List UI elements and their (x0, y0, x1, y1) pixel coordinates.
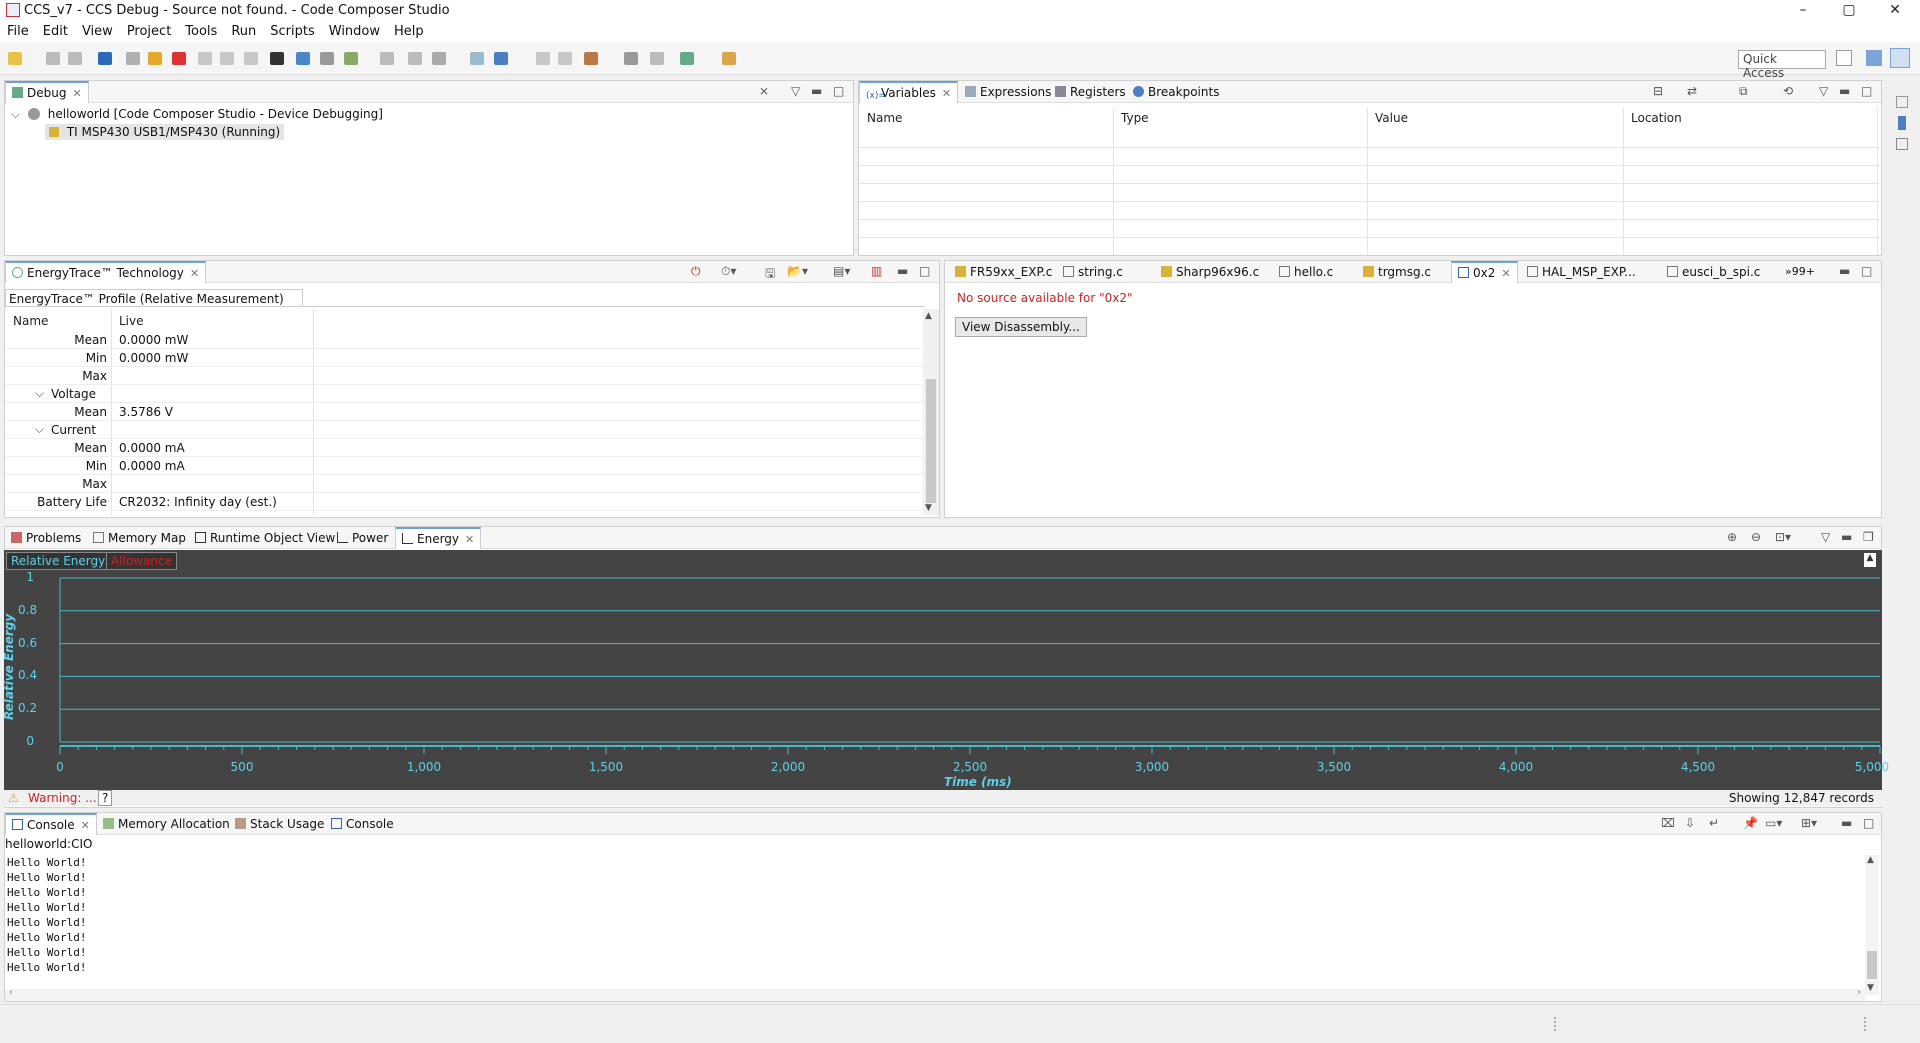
console-horizontal-scrollbar[interactable]: ‹ › (5, 987, 1865, 1001)
x-tick-label: 5,000 (1854, 760, 1890, 774)
status-divider (1554, 1017, 1556, 1031)
minimize-icon[interactable]: ▬ (1841, 816, 1852, 830)
y-tick-label: 0.4 (18, 668, 38, 683)
console-line: Hello World! (7, 946, 87, 959)
x-axis-label: Time (ms) (944, 775, 1012, 789)
scroll-lock-icon[interactable]: ⇩ (1685, 816, 1695, 830)
console-line: Hello World! (7, 871, 87, 884)
console-output[interactable]: Hello World! Hello World! Hello World! H… (7, 855, 86, 975)
console-icon (331, 818, 342, 829)
console-label: helloworld:CIO (5, 837, 93, 851)
energy-status-bar: ⚠ Warning: ... ? Showing 12,847 records (4, 790, 1882, 806)
tab-console-2[interactable]: Console (325, 813, 400, 835)
help-button[interactable]: ? (98, 790, 113, 806)
right-trim-stack (1888, 80, 1918, 260)
clear-console-icon[interactable]: ⌧ (1661, 816, 1675, 830)
records-count: Showing 12,847 records (1728, 791, 1874, 805)
maximize-icon[interactable]: □ (1863, 816, 1874, 830)
console-icon (12, 819, 23, 830)
tab-stack-usage[interactable]: Stack Usage (229, 813, 330, 835)
console-line: Hello World! (7, 916, 87, 929)
scroll-right-icon[interactable]: › (1857, 987, 1861, 998)
console-panel-header: Console ✕ Memory Allocation Stack Usage C… (5, 813, 1881, 835)
scroll-down-icon[interactable]: ▼ (1867, 983, 1874, 993)
y-tick-label: 1 (26, 570, 34, 584)
registers-icon[interactable] (1898, 116, 1906, 130)
warning-icon: ⚠ (8, 791, 19, 805)
memory-allocation-icon (103, 818, 114, 829)
y-tick-label: 0.8 (18, 602, 38, 617)
x-tick-label: 1,000 (406, 760, 442, 774)
x-tick-label: 2,000 (770, 760, 806, 774)
restore-icon[interactable] (1896, 96, 1908, 108)
x-tick-label: 1,500 (588, 760, 624, 774)
y-tick-label: 0.2 (18, 701, 38, 716)
x-tick-label: 500 (230, 760, 254, 774)
close-icon[interactable]: ✕ (81, 819, 90, 832)
console-panel: Console ✕ Memory Allocation Stack Usage C… (4, 812, 1882, 1002)
x-tick-label: 0 (56, 760, 64, 774)
console-line: Hello World! (7, 931, 87, 944)
scroll-thumb[interactable] (1867, 951, 1877, 979)
scroll-up-icon[interactable]: ▲ (1867, 855, 1874, 865)
tab-console[interactable]: Console ✕ (5, 813, 97, 835)
console-line: Hello World! (7, 901, 87, 914)
word-wrap-icon[interactable]: ↵ (1709, 816, 1719, 830)
x-tick-label: 3,500 (1316, 760, 1352, 774)
status-bar (0, 1004, 1920, 1043)
display-console-icon[interactable]: ▭▾ (1765, 816, 1782, 830)
open-console-icon[interactable]: ⊞▾ (1801, 816, 1817, 830)
pin-console-icon[interactable]: 📌 (1743, 816, 1758, 830)
tab-memory-allocation[interactable]: Memory Allocation (97, 813, 236, 835)
console-line: Hello World! (7, 961, 87, 974)
x-tick-label: 4,500 (1680, 760, 1716, 774)
console-line: Hello World! (7, 886, 87, 899)
status-divider (1864, 1017, 1866, 1031)
outline-icon[interactable] (1896, 138, 1908, 150)
x-tick-label: 4,000 (1498, 760, 1534, 774)
warning-text[interactable]: Warning: ... (28, 791, 97, 805)
y-tick-label: 0.6 (18, 635, 38, 650)
console-vertical-scrollbar[interactable]: ▲ ▼ (1865, 855, 1879, 995)
y-axis-label: Relative Energy (2, 613, 16, 720)
scroll-left-icon[interactable]: ‹ (9, 987, 13, 998)
console-line: Hello World! (7, 856, 87, 869)
stack-usage-icon (235, 818, 246, 829)
x-tick-label: 2,500 (952, 760, 988, 774)
y-tick-label: 0 (26, 734, 34, 748)
x-tick-label: 3,000 (1134, 760, 1170, 774)
